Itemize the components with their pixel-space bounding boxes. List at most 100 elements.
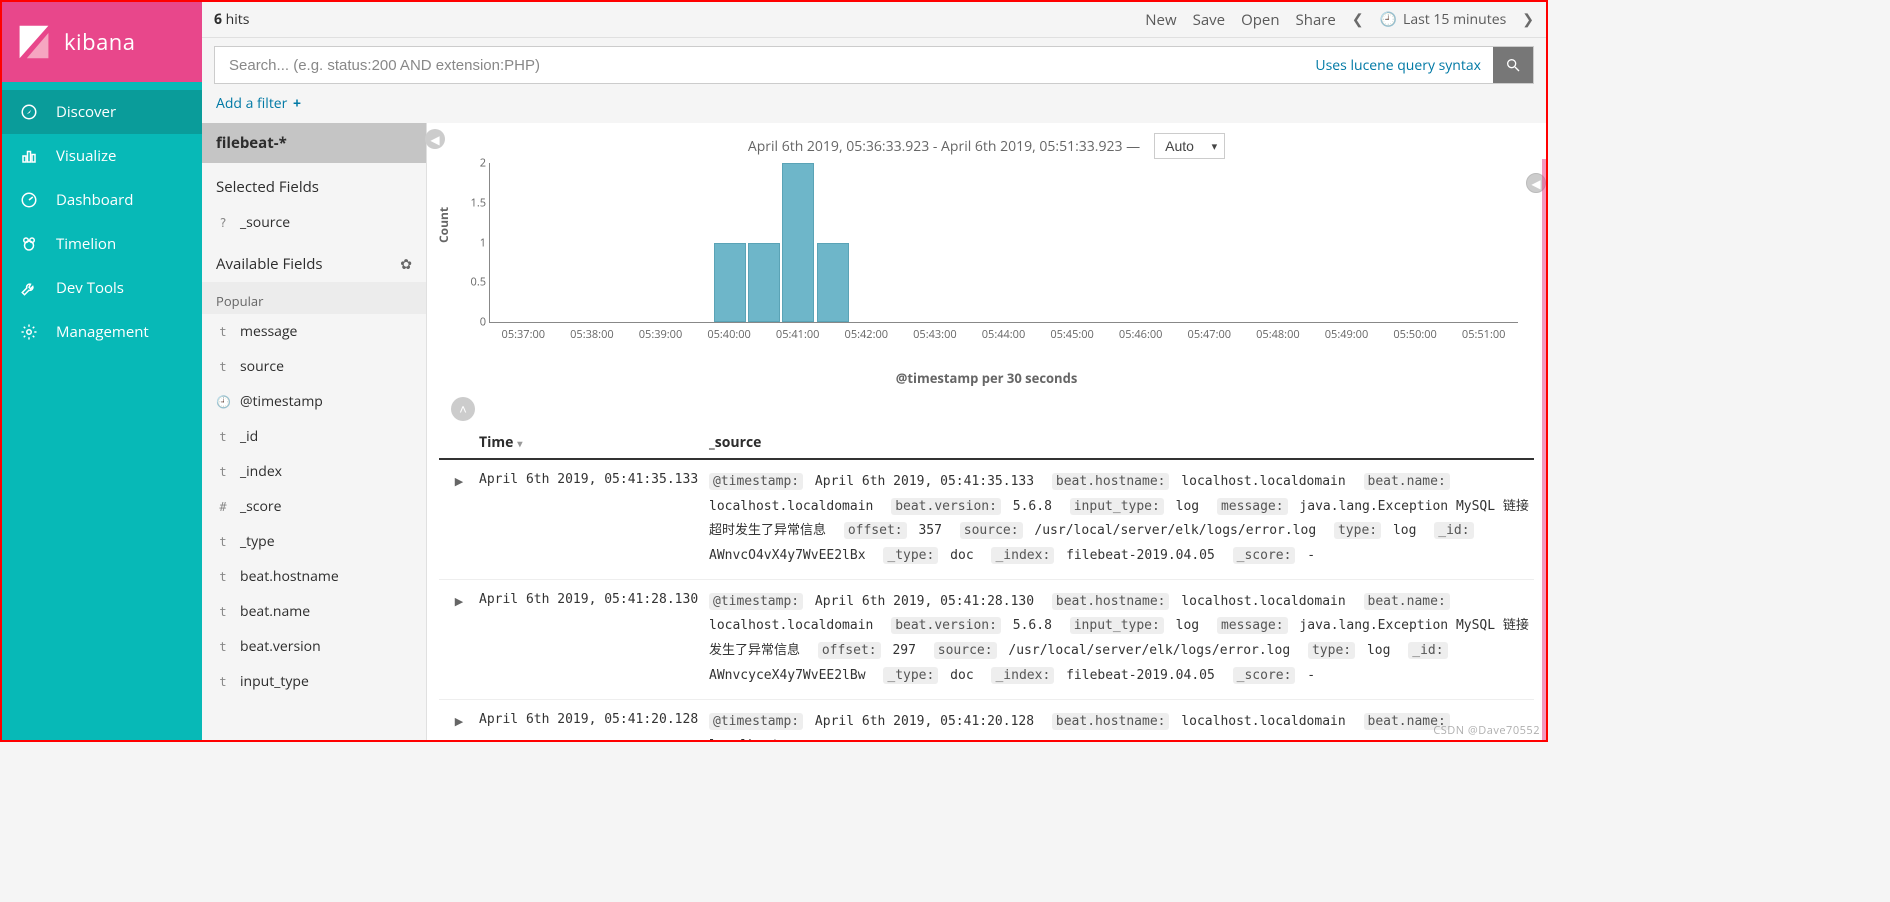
kv-key: _type: — [883, 667, 938, 684]
histogram-chart[interactable]: Count 00.511.52 05:37:0005:38:0005:39:00… — [427, 159, 1546, 369]
field-type-icon: t — [216, 360, 230, 374]
kv-key: offset: — [818, 642, 881, 659]
time-picker[interactable]: 🕘 Last 15 minutes — [1380, 10, 1507, 29]
expand-row-icon[interactable]: ▶ — [439, 590, 479, 689]
x-tick: 05:48:00 — [1256, 327, 1300, 342]
field-name: @timestamp — [240, 392, 323, 411]
kv-key: @timestamp: — [709, 593, 803, 610]
kv-value: localhost.localdomain — [1173, 594, 1353, 609]
kv-key: offset: — [844, 522, 907, 539]
fields-panel: filebeat-* Selected Fields ?_source Avai… — [202, 123, 427, 740]
doc-source: @timestamp: April 6th 2019, 05:41:35.133… — [709, 470, 1534, 569]
gauge-icon — [20, 191, 38, 209]
field--index[interactable]: t_index — [202, 454, 426, 489]
open-button[interactable]: Open — [1241, 10, 1279, 30]
kv-value: /usr/local/server/elk/logs/error.log — [1027, 523, 1324, 538]
interval-select[interactable]: Auto — [1154, 133, 1225, 159]
field-name: _id — [240, 427, 258, 446]
field-name: input_type — [240, 672, 309, 691]
time-next-icon[interactable]: ❯ — [1522, 10, 1534, 29]
sidebar-item-dev-tools[interactable]: Dev Tools — [2, 266, 202, 310]
index-pattern[interactable]: filebeat-* — [202, 123, 426, 163]
expand-row-icon[interactable]: ▶ — [439, 710, 479, 741]
histogram-bar[interactable] — [748, 243, 780, 323]
field-input-type[interactable]: tinput_type — [202, 664, 426, 699]
field--source[interactable]: ?_source — [202, 205, 426, 240]
gear-icon — [20, 323, 38, 341]
table-row: ▶April 6th 2019, 05:41:20.128@timestamp:… — [439, 700, 1534, 741]
kibana-logo-icon — [16, 24, 52, 60]
histogram-bar[interactable] — [714, 243, 746, 323]
add-filter-button[interactable]: Add a filter + — [202, 84, 1546, 123]
y-tick: 2 — [456, 156, 486, 171]
doc-time: April 6th 2019, 05:41:28.130 — [479, 590, 709, 689]
field-source[interactable]: tsource — [202, 349, 426, 384]
field-type-icon: 🕘 — [216, 395, 230, 409]
new-button[interactable]: New — [1145, 10, 1176, 30]
sidebar-item-management[interactable]: Management — [2, 310, 202, 354]
kv-key: type: — [1334, 522, 1381, 539]
lucene-hint-link[interactable]: Uses lucene query syntax — [1303, 47, 1493, 83]
search-icon — [1505, 57, 1521, 73]
kv-value: 297 — [885, 643, 924, 658]
histogram-bar[interactable] — [782, 163, 814, 322]
col-source-header[interactable]: _source — [709, 433, 1534, 452]
logo[interactable]: kibana — [2, 2, 202, 82]
sidebar-item-dashboard[interactable]: Dashboard — [2, 178, 202, 222]
sidebar-item-label: Dashboard — [56, 190, 133, 210]
kv-value: April 6th 2019, 05:41:28.130 — [807, 594, 1042, 609]
field-type-icon: t — [216, 465, 230, 479]
sidebar-item-label: Management — [56, 322, 149, 342]
kv-value: 357 — [911, 523, 950, 538]
nav-list: DiscoverVisualize Dashboard TimelionDev To… — [2, 82, 202, 362]
sidebar-item-timelion[interactable]: Timelion — [2, 222, 202, 266]
kv-key: beat.hostname: — [1052, 593, 1170, 610]
search-bar: Uses lucene query syntax — [214, 46, 1534, 84]
field-beat-version[interactable]: tbeat.version — [202, 629, 426, 664]
field--id[interactable]: t _id — [202, 419, 426, 454]
x-tick: 05:44:00 — [982, 327, 1026, 342]
search-input[interactable] — [215, 47, 1303, 83]
field-type-icon: # — [216, 500, 230, 514]
field--type[interactable]: t_type — [202, 524, 426, 559]
kv-value: /usr/local/server/elk/logs/error.log — [1001, 643, 1298, 658]
field-type-icon: t — [216, 605, 230, 619]
kv-key: beat.version: — [891, 617, 1001, 634]
kv-value: AWnvcO4vX4y7WvEE2lBx — [709, 548, 873, 563]
y-tick: 0.5 — [456, 275, 486, 290]
search-button[interactable] — [1493, 47, 1533, 83]
share-button[interactable]: Share — [1296, 10, 1336, 30]
y-tick: 1 — [456, 235, 486, 250]
kv-value: AWnvcyceX4y7WvEE2lBw — [709, 668, 873, 683]
field--score[interactable]: # _score — [202, 489, 426, 524]
save-button[interactable]: Save — [1193, 10, 1225, 30]
field-message[interactable]: tmessage — [202, 314, 426, 349]
fields-settings-gear-icon[interactable]: ✿ — [400, 255, 412, 274]
main: 6 hits New Save Open Share ❮ 🕘 Last 15 m… — [202, 2, 1546, 740]
expand-row-icon[interactable]: ▶ — [439, 470, 479, 569]
time-prev-icon[interactable]: ❮ — [1352, 10, 1364, 29]
x-tick: 05:46:00 — [1119, 327, 1163, 342]
sidebar: kibana DiscoverVisualize Dashboard Timelio… — [2, 2, 202, 740]
y-tick: 0 — [456, 315, 486, 330]
field-name: _score — [240, 497, 282, 516]
y-axis-label: Count — [435, 207, 452, 243]
sidebar-item-visualize[interactable]: Visualize — [2, 134, 202, 178]
x-tick: 05:45:00 — [1050, 327, 1094, 342]
kv-key: _index: — [991, 667, 1054, 684]
kv-key: message: — [1217, 617, 1288, 634]
bear-icon — [20, 235, 38, 253]
field-beat-hostname[interactable]: tbeat.hostname — [202, 559, 426, 594]
doc-time: April 6th 2019, 05:41:20.128 — [479, 710, 709, 741]
collapse-chart-icon[interactable]: ˄ — [451, 397, 475, 421]
field-beat-name[interactable]: tbeat.name — [202, 594, 426, 629]
col-time-header[interactable]: Time ▾ — [479, 433, 709, 452]
kv-key: _type: — [883, 547, 938, 564]
collapse-fields-icon[interactable]: ◀ — [425, 129, 445, 149]
field--timestamp[interactable]: 🕘 @timestamp — [202, 384, 426, 419]
brand-name: kibana — [64, 27, 136, 57]
field-type-icon: t — [216, 430, 230, 444]
kv-key: @timestamp: — [709, 473, 803, 490]
sidebar-item-discover[interactable]: Discover — [2, 90, 202, 134]
histogram-bar[interactable] — [817, 243, 849, 323]
